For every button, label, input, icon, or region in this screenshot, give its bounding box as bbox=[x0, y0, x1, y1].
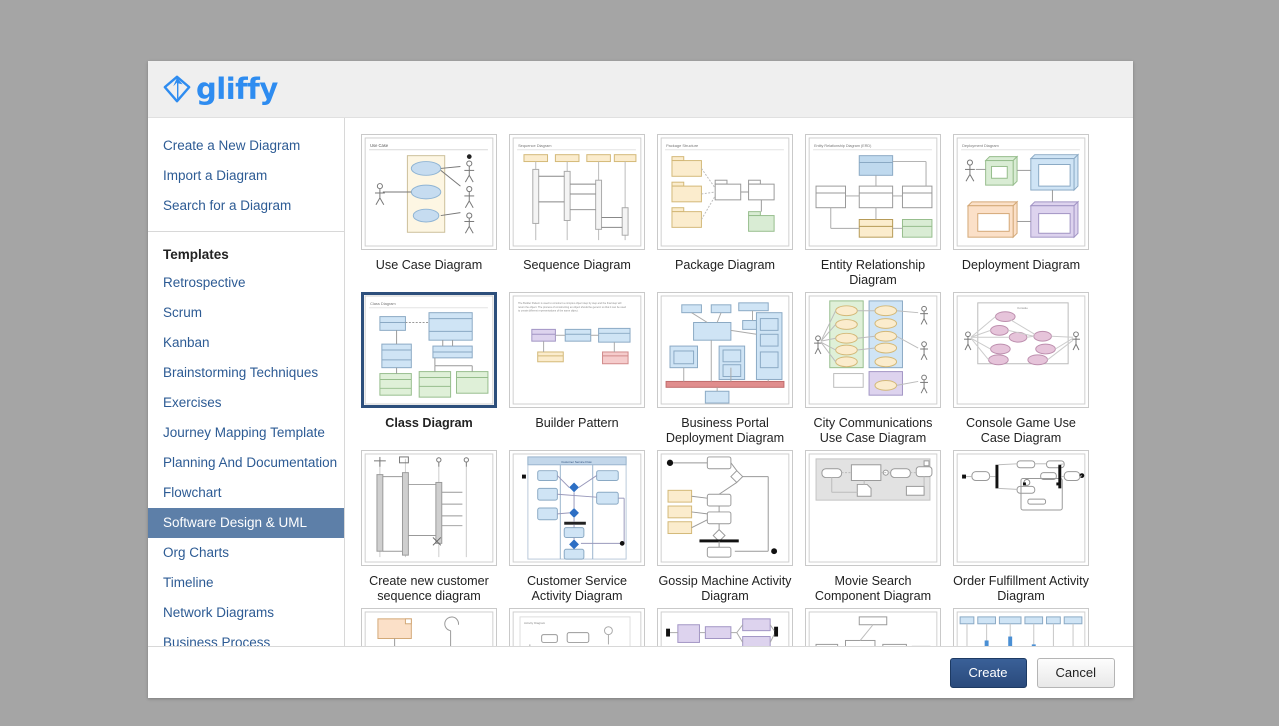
template-card-class-diagram[interactable]: Class Diagram Class Diagram bbox=[355, 288, 503, 446]
dialog-footer: Create Cancel bbox=[148, 646, 1133, 698]
template-card-row4-2[interactable]: Activity Diagram bbox=[503, 604, 651, 646]
template-label: Order Fulfillment Activity Diagram bbox=[953, 574, 1089, 603]
svg-text:to create different representa: to create different representations of t… bbox=[518, 309, 579, 313]
template-thumbnail-console-game-use-case-diagram: Console bbox=[953, 292, 1089, 408]
template-card-package-diagram[interactable]: Package Structure Package Diagram bbox=[651, 130, 799, 288]
template-card-movie-search-component-diagram[interactable]: Movie Search Component Diagram bbox=[799, 446, 947, 604]
template-thumbnail-deployment-diagram: Deployment Diagram bbox=[953, 134, 1089, 250]
template-label: Entity Relationship Diagram bbox=[820, 258, 926, 287]
template-card-row4-4[interactable] bbox=[799, 604, 947, 646]
template-card-console-game-use-case-diagram[interactable]: Console Console Game Use Case Diagram bbox=[947, 288, 1095, 446]
svg-text:Activity Diagram: Activity Diagram bbox=[524, 621, 546, 625]
sidebar-action-import-diagram[interactable]: Import a Diagram bbox=[148, 161, 344, 191]
dialog-header: gliffy bbox=[148, 61, 1133, 118]
template-thumbnail-builder-pattern: The Builder Pattern is used to construct… bbox=[509, 292, 645, 408]
template-card-city-communications-use-case-diagram[interactable]: City Communications Use Case Diagram bbox=[799, 288, 947, 446]
template-card-gossip-machine-activity-diagram[interactable]: Gossip Machine Activity Diagram bbox=[651, 446, 799, 604]
template-thumbnail-row4-1 bbox=[361, 608, 497, 646]
template-label: Create new customer sequence diagram bbox=[369, 574, 489, 603]
sidebar-action-create-new-diagram[interactable]: Create a New Diagram bbox=[148, 131, 344, 161]
sidebar: Create a New Diagram Import a Diagram Se… bbox=[148, 118, 345, 646]
sidebar-heading-templates: Templates bbox=[163, 247, 229, 262]
svg-text:Deployment Diagram: Deployment Diagram bbox=[962, 143, 999, 148]
template-thumbnail-customer-service-activity-diagram: Customer Service Flow bbox=[509, 450, 645, 566]
sidebar-item-org-charts[interactable]: Org Charts bbox=[148, 538, 344, 568]
template-thumbnail-package-diagram: Package Structure bbox=[657, 134, 793, 250]
template-thumbnail-entity-relationship-diagram: Entity Relationship Diagram (ERD) bbox=[805, 134, 941, 250]
template-thumbnail-business-portal-deployment-diagram bbox=[657, 292, 793, 408]
template-thumbnail-use-case-diagram: Use Case bbox=[361, 134, 497, 250]
template-thumbnail-create-new-customer-sequence-diagram bbox=[361, 450, 497, 566]
template-label: Business Portal Deployment Diagram bbox=[665, 416, 785, 445]
template-thumbnail-movie-search-component-diagram bbox=[805, 450, 941, 566]
template-thumbnail-class-diagram: Class Diagram bbox=[361, 292, 497, 408]
dialog-body: Create a New Diagram Import a Diagram Se… bbox=[148, 118, 1133, 646]
svg-text:Package Structure: Package Structure bbox=[666, 143, 698, 148]
template-label: Package Diagram bbox=[674, 258, 776, 272]
template-thumbnail-city-communications-use-case-diagram bbox=[805, 292, 941, 408]
gliffy-wordmark: gliffy bbox=[196, 71, 278, 106]
template-card-business-portal-deployment-diagram[interactable]: Business Portal Deployment Diagram bbox=[651, 288, 799, 446]
gliffy-diamond-icon bbox=[162, 74, 192, 104]
template-thumbnail-row4-3 bbox=[657, 608, 793, 646]
template-label: Gossip Machine Activity Diagram bbox=[658, 574, 792, 603]
template-label: Builder Pattern bbox=[535, 416, 619, 430]
template-grid: Use Case Use Case Diagram Sequence Diagr… bbox=[355, 130, 1133, 646]
sidebar-item-network-diagrams[interactable]: Network Diagrams bbox=[148, 598, 344, 628]
svg-text:return the object. The process: return the object. The process of constr… bbox=[518, 305, 626, 309]
template-label: Movie Search Component Diagram bbox=[814, 574, 932, 603]
sidebar-item-retrospective[interactable]: Retrospective bbox=[148, 268, 344, 298]
template-grid-scroll-area[interactable]: Use Case Use Case Diagram Sequence Diagr… bbox=[345, 118, 1133, 646]
svg-text:Console: Console bbox=[1017, 306, 1028, 310]
template-card-order-fulfillment-activity-diagram[interactable]: Order Fulfillment Activity Diagram bbox=[947, 446, 1095, 604]
sidebar-divider bbox=[148, 231, 344, 232]
sidebar-item-exercises[interactable]: Exercises bbox=[148, 388, 344, 418]
template-label: Class Diagram bbox=[385, 416, 473, 430]
template-thumbnail-row4-5 bbox=[953, 608, 1089, 646]
template-card-row4-5[interactable] bbox=[947, 604, 1095, 646]
template-card-create-new-customer-sequence-diagram[interactable]: Create new customer sequence diagram bbox=[355, 446, 503, 604]
svg-text:Use Case: Use Case bbox=[370, 143, 389, 148]
template-thumbnail-sequence-diagram: Sequence Diagram bbox=[509, 134, 645, 250]
svg-text:Class Diagram: Class Diagram bbox=[370, 301, 396, 306]
sidebar-item-planning-and-documentation[interactable]: Planning And Documentation bbox=[148, 448, 344, 478]
template-card-row4-1[interactable] bbox=[355, 604, 503, 646]
sidebar-action-search-diagram[interactable]: Search for a Diagram bbox=[148, 191, 344, 221]
template-label: Console Game Use Case Diagram bbox=[966, 416, 1076, 445]
template-thumbnail-row4-4 bbox=[805, 608, 941, 646]
create-button[interactable]: Create bbox=[949, 657, 1027, 688]
template-card-builder-pattern[interactable]: The Builder Pattern is used to construct… bbox=[503, 288, 651, 446]
svg-text:Entity Relationship Diagram (E: Entity Relationship Diagram (ERD) bbox=[814, 144, 871, 148]
template-card-use-case-diagram[interactable]: Use Case Use Case Diagram bbox=[355, 130, 503, 288]
template-thumbnail-row4-2: Activity Diagram bbox=[509, 608, 645, 646]
template-thumbnail-gossip-machine-activity-diagram bbox=[657, 450, 793, 566]
cancel-button[interactable]: Cancel bbox=[1036, 657, 1115, 688]
template-card-deployment-diagram[interactable]: Deployment Diagram Deployment Diagram bbox=[947, 130, 1095, 288]
sidebar-item-journey-mapping-template[interactable]: Journey Mapping Template bbox=[148, 418, 344, 448]
template-label: Sequence Diagram bbox=[523, 258, 631, 272]
template-card-customer-service-activity-diagram[interactable]: Customer Service Flow Customer Service A… bbox=[503, 446, 651, 604]
sidebar-item-software-design-uml[interactable]: Software Design & UML bbox=[148, 508, 344, 538]
gliffy-logo[interactable]: gliffy bbox=[162, 74, 278, 104]
sidebar-item-scrum[interactable]: Scrum bbox=[148, 298, 344, 328]
template-label: Use Case Diagram bbox=[375, 258, 483, 272]
template-label: Deployment Diagram bbox=[961, 258, 1081, 272]
sidebar-item-brainstorming-techniques[interactable]: Brainstorming Techniques bbox=[148, 358, 344, 388]
template-card-row4-3[interactable] bbox=[651, 604, 799, 646]
sidebar-item-business-process[interactable]: Business Process bbox=[148, 628, 344, 646]
template-label: City Communications Use Case Diagram bbox=[813, 416, 933, 445]
svg-text:The Builder Pattern is used to: The Builder Pattern is used to construct… bbox=[518, 301, 622, 305]
template-picker-dialog: gliffy Create a New Diagram Import a Dia… bbox=[148, 61, 1133, 698]
sidebar-item-kanban[interactable]: Kanban bbox=[148, 328, 344, 358]
svg-text:Customer Service Flow: Customer Service Flow bbox=[561, 460, 592, 464]
template-label: Customer Service Activity Diagram bbox=[526, 574, 628, 603]
svg-text:Sequence Diagram: Sequence Diagram bbox=[518, 143, 551, 148]
template-card-entity-relationship-diagram[interactable]: Entity Relationship Diagram (ERD) Entity… bbox=[799, 130, 947, 288]
sidebar-item-timeline[interactable]: Timeline bbox=[148, 568, 344, 598]
template-card-sequence-diagram[interactable]: Sequence Diagram Sequence Diagram bbox=[503, 130, 651, 288]
sidebar-item-flowchart[interactable]: Flowchart bbox=[148, 478, 344, 508]
template-thumbnail-order-fulfillment-activity-diagram bbox=[953, 450, 1089, 566]
